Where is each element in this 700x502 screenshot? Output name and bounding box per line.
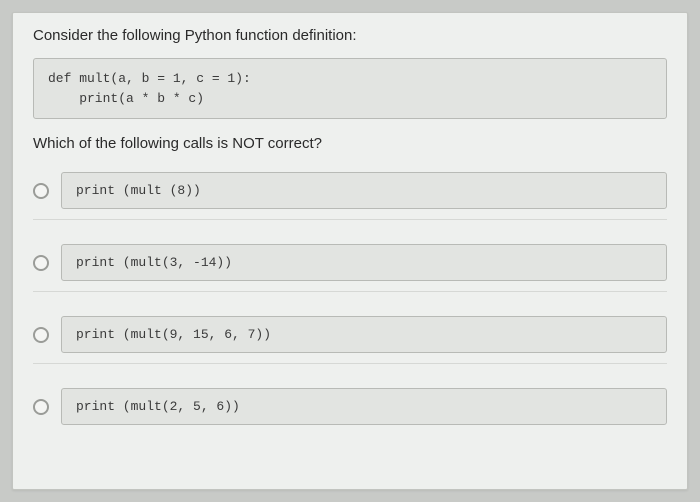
question-subprompt: Which of the following calls is NOT corr… [33, 135, 667, 152]
option-row[interactable]: print (mult(3, -14)) [33, 244, 667, 292]
function-definition-code: def mult(a, b = 1, c = 1): print(a * b *… [33, 58, 667, 119]
option-code: print (mult(2, 5, 6)) [61, 388, 667, 425]
radio-icon[interactable] [33, 327, 49, 343]
options-list: print (mult (8)) print (mult(3, -14)) pr… [33, 172, 667, 425]
option-code: print (mult(9, 15, 6, 7)) [61, 316, 667, 353]
radio-icon[interactable] [33, 399, 49, 415]
option-code: print (mult(3, -14)) [61, 244, 667, 281]
radio-icon[interactable] [33, 255, 49, 271]
option-row[interactable]: print (mult (8)) [33, 172, 667, 220]
option-row[interactable]: print (mult(9, 15, 6, 7)) [33, 316, 667, 364]
radio-icon[interactable] [33, 183, 49, 199]
question-card: Consider the following Python function d… [12, 12, 688, 490]
option-code: print (mult (8)) [61, 172, 667, 209]
option-row[interactable]: print (mult(2, 5, 6)) [33, 388, 667, 425]
question-prompt: Consider the following Python function d… [33, 27, 667, 44]
